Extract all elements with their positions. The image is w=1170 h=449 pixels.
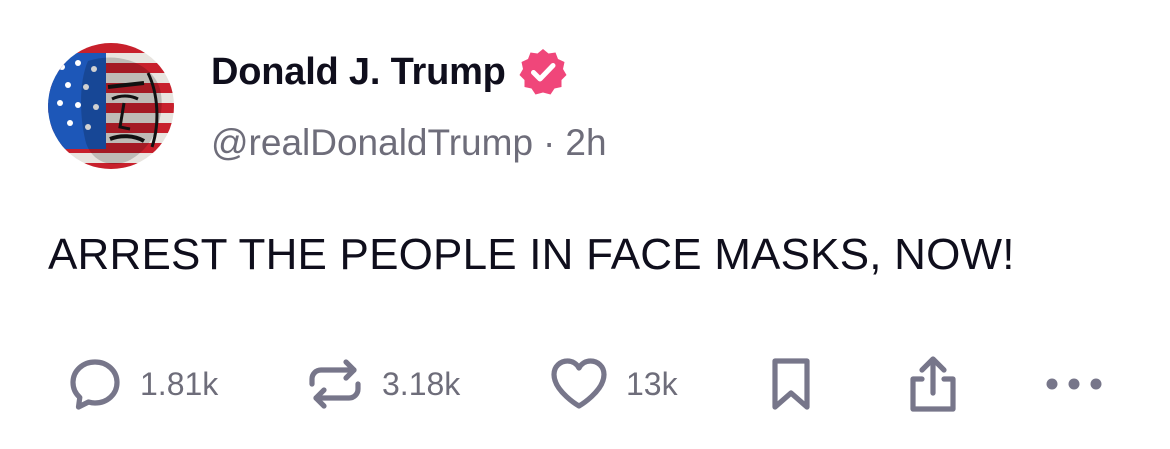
- meta-separator: ·: [543, 122, 556, 163]
- author-display-name[interactable]: Donald J. Trump: [211, 51, 506, 94]
- author-meta-row: @realDonaldTrump · 2h: [211, 122, 607, 164]
- verified-badge-icon: [518, 47, 568, 97]
- retweet-count: 3.18k: [382, 365, 461, 402]
- bookmark-button[interactable]: [766, 352, 816, 416]
- avatar-flag-portrait-image: [48, 43, 174, 169]
- like-button[interactable]: 13k: [548, 352, 678, 416]
- author-name-row: Donald J. Trump: [211, 46, 568, 98]
- reply-icon: [70, 359, 120, 410]
- avatar[interactable]: [48, 43, 174, 169]
- post-timestamp[interactable]: 2h: [565, 122, 606, 163]
- reply-count: 1.81k: [140, 365, 219, 402]
- share-icon: [910, 356, 956, 412]
- reply-button[interactable]: 1.81k: [66, 352, 218, 416]
- retweet-button[interactable]: 3.18k: [304, 352, 460, 416]
- more-options-button[interactable]: [1042, 352, 1106, 416]
- like-count: 13k: [626, 365, 678, 402]
- post-action-bar: 1.81k 3.18k 13k: [0, 352, 1170, 416]
- retweet-icon: [309, 359, 361, 409]
- bookmark-icon: [772, 358, 810, 410]
- post-body-text: ARREST THE PEOPLE IN FACE MASKS, NOW!: [48, 230, 1015, 279]
- post-card: Donald J. Trump @realDonaldTrump · 2h ARRE…: [0, 0, 1170, 449]
- more-icon: [1046, 378, 1102, 390]
- share-button[interactable]: [902, 352, 964, 416]
- author-handle[interactable]: @realDonaldTrump: [211, 122, 533, 163]
- like-icon: [551, 358, 607, 409]
